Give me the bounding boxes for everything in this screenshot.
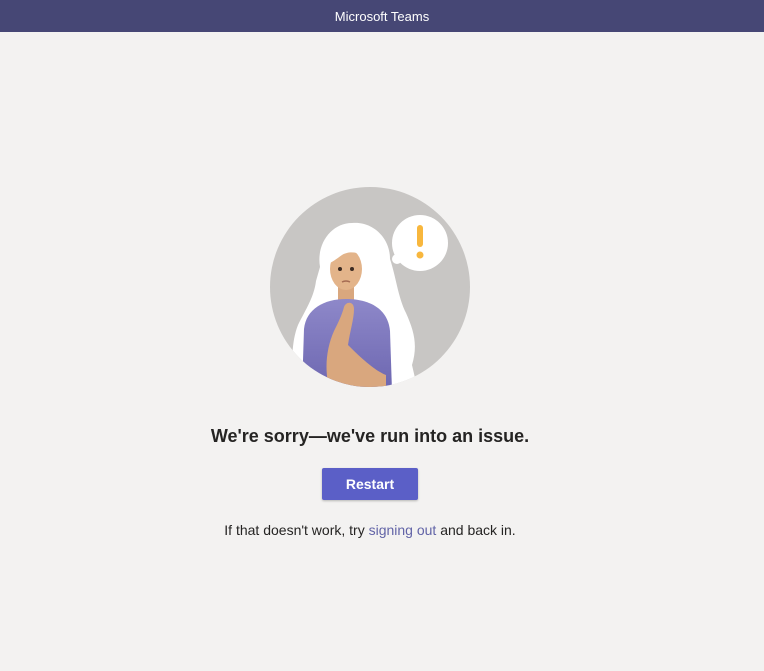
window-title: Microsoft Teams [334, 8, 430, 24]
error-headline: We're sorry—we've run into an issue. [210, 426, 530, 446]
hint-text-after: and back in. [436, 522, 516, 538]
error-page: We're sorry—we've run into an issue. Res… [0, 32, 764, 671]
restart-button[interactable]: Restart [322, 468, 418, 500]
signing-out-link[interactable]: signing out [369, 522, 437, 538]
left-eye [338, 267, 342, 271]
right-eye [350, 267, 354, 271]
signout-hint: If that doesn't work, try signing out an… [0, 522, 740, 538]
hint-text-before: If that doesn't work, try [224, 522, 369, 538]
confused-person-illustration [270, 187, 470, 387]
title-bar: Microsoft Teams [0, 0, 764, 32]
